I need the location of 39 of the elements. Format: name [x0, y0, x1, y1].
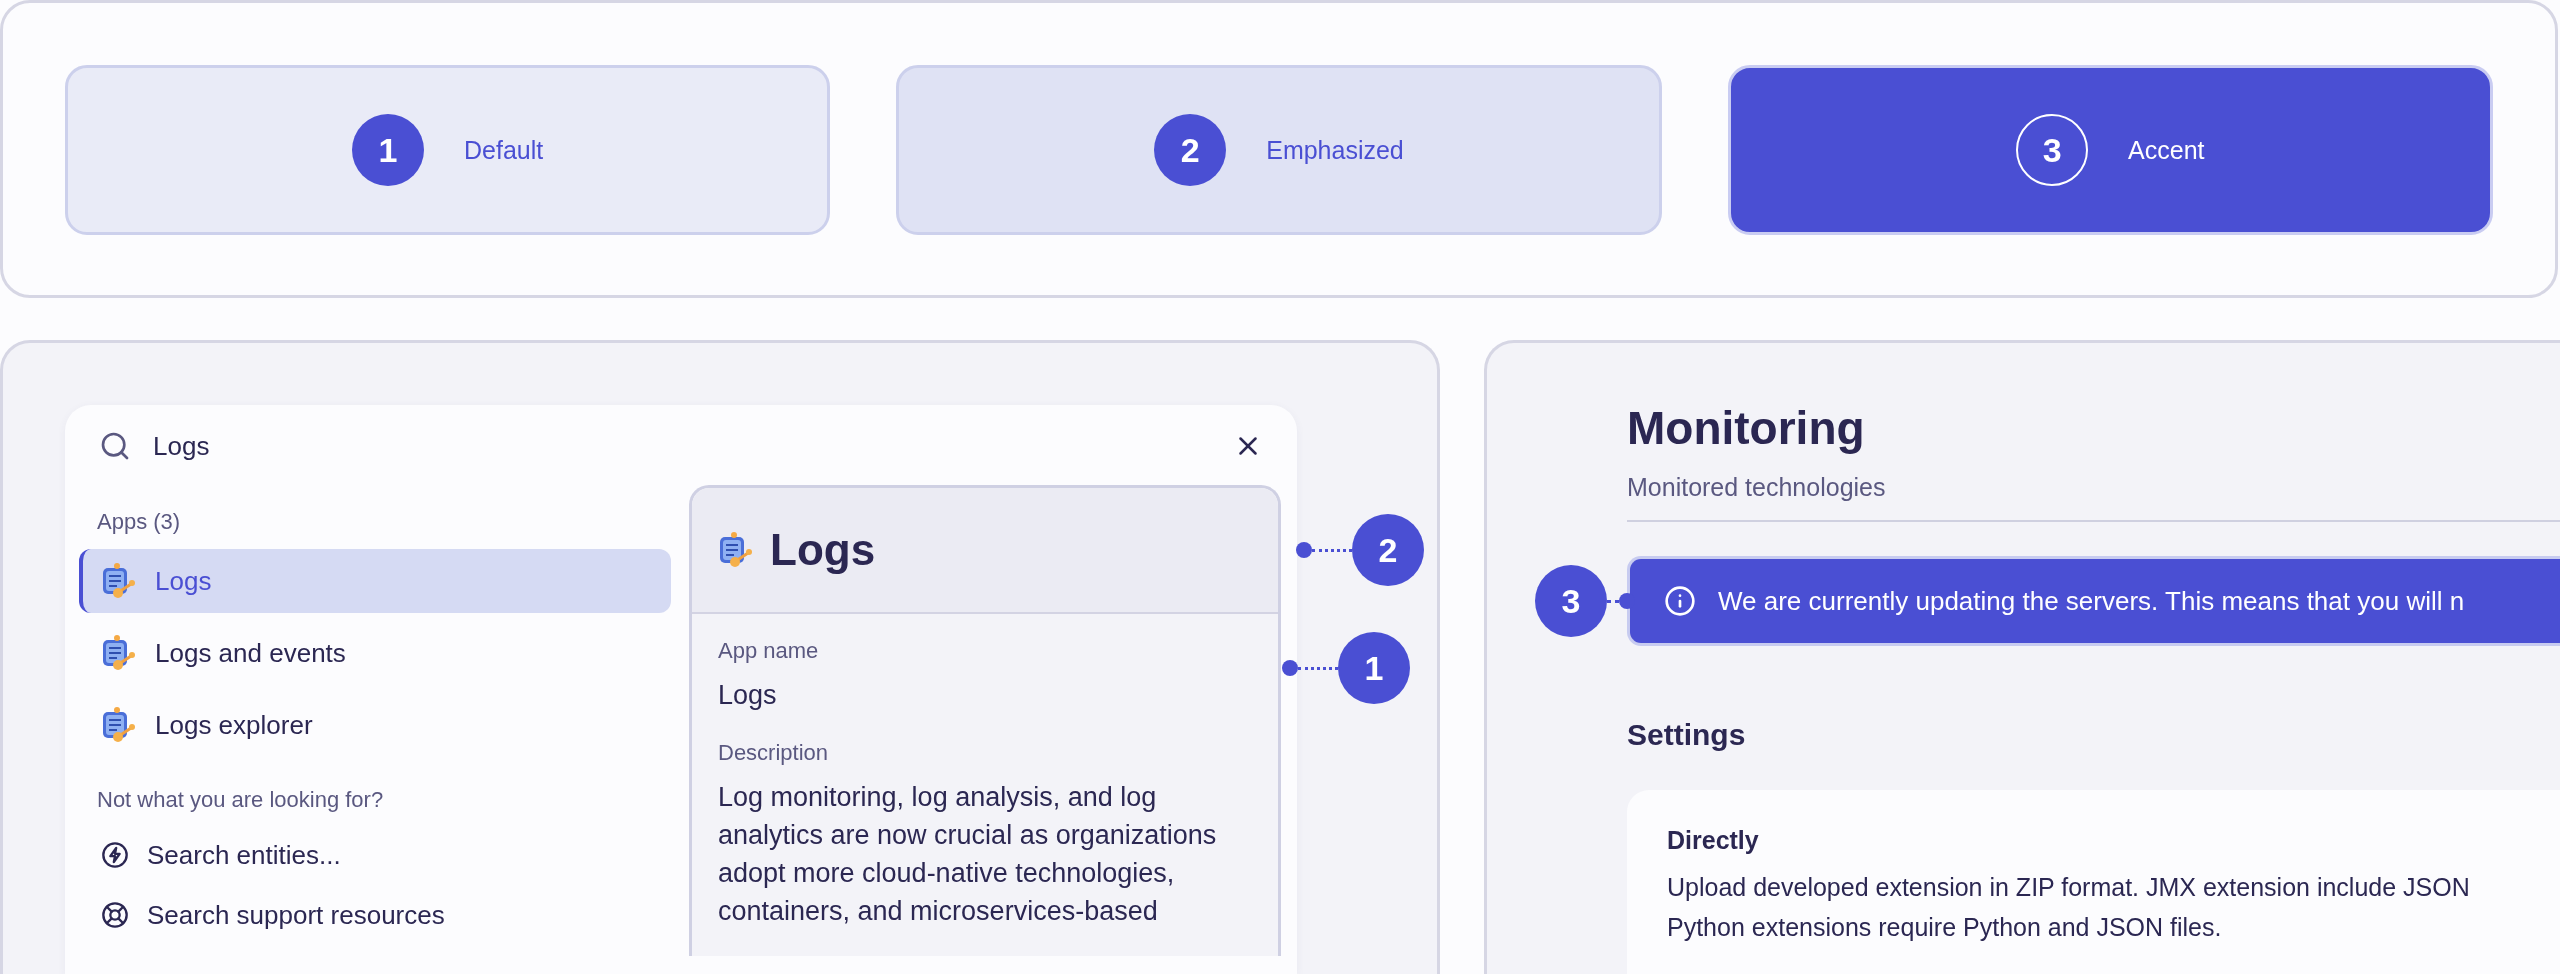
search-icon: [99, 430, 131, 462]
app-icon: [101, 562, 137, 600]
result-item[interactable]: Logs and events: [79, 621, 671, 685]
card-text: Upload developed extension in ZIP format. JMX extension include JSON: [1667, 872, 2471, 903]
number-badge: 1: [352, 114, 425, 186]
search-field[interactable]: Logs: [153, 430, 1207, 462]
callout-number: 1: [1338, 632, 1410, 704]
app-icon: [101, 706, 137, 744]
field-value: Log monitoring, log analysis, and log analytics are now crucial as organizations adopt more cloud-native technologies, containers, and microservices-based: [718, 781, 1218, 928]
section-label: Not what you are looking for?: [96, 787, 385, 813]
anchor-dot: [1282, 660, 1298, 676]
section-title: Settings: [1627, 718, 1747, 752]
detail-title: Logs: [770, 525, 876, 575]
card-text: Python extensions require Python and JSON files.: [1667, 912, 2223, 943]
callout-number: 3: [1535, 565, 1607, 637]
field-label: Description: [718, 740, 830, 766]
page-subtitle: Monitored technologies: [1627, 473, 1887, 502]
variant-label: Accent: [2128, 135, 2205, 165]
field-value: Logs: [718, 679, 778, 712]
number-badge: 3: [2016, 114, 2089, 186]
card-title: Directly: [1667, 826, 1760, 855]
app-icon: [718, 531, 754, 569]
lifebuoy-icon: [101, 901, 129, 929]
callout-number: 2: [1352, 514, 1424, 586]
action-item[interactable]: Search entities...: [79, 825, 671, 885]
info-icon: [1664, 585, 1696, 617]
page-title: Monitoring: [1627, 401, 1866, 455]
number-badge: 2: [1154, 114, 1227, 186]
lightning-circle-icon: [101, 841, 129, 869]
variant-label: Emphasized: [1266, 135, 1404, 165]
app-icon: [101, 634, 137, 672]
field-label: App name: [718, 638, 820, 664]
variant-label: Default: [464, 135, 544, 165]
anchor-dot: [1296, 542, 1312, 558]
banner-text: We are currently updating the servers. This means that you will n: [1718, 585, 2465, 617]
result-item[interactable]: Logs: [79, 549, 671, 613]
section-label: Apps (3): [96, 509, 182, 535]
result-item[interactable]: Logs explorer: [79, 693, 671, 757]
action-item[interactable]: Search support resources: [79, 885, 671, 945]
